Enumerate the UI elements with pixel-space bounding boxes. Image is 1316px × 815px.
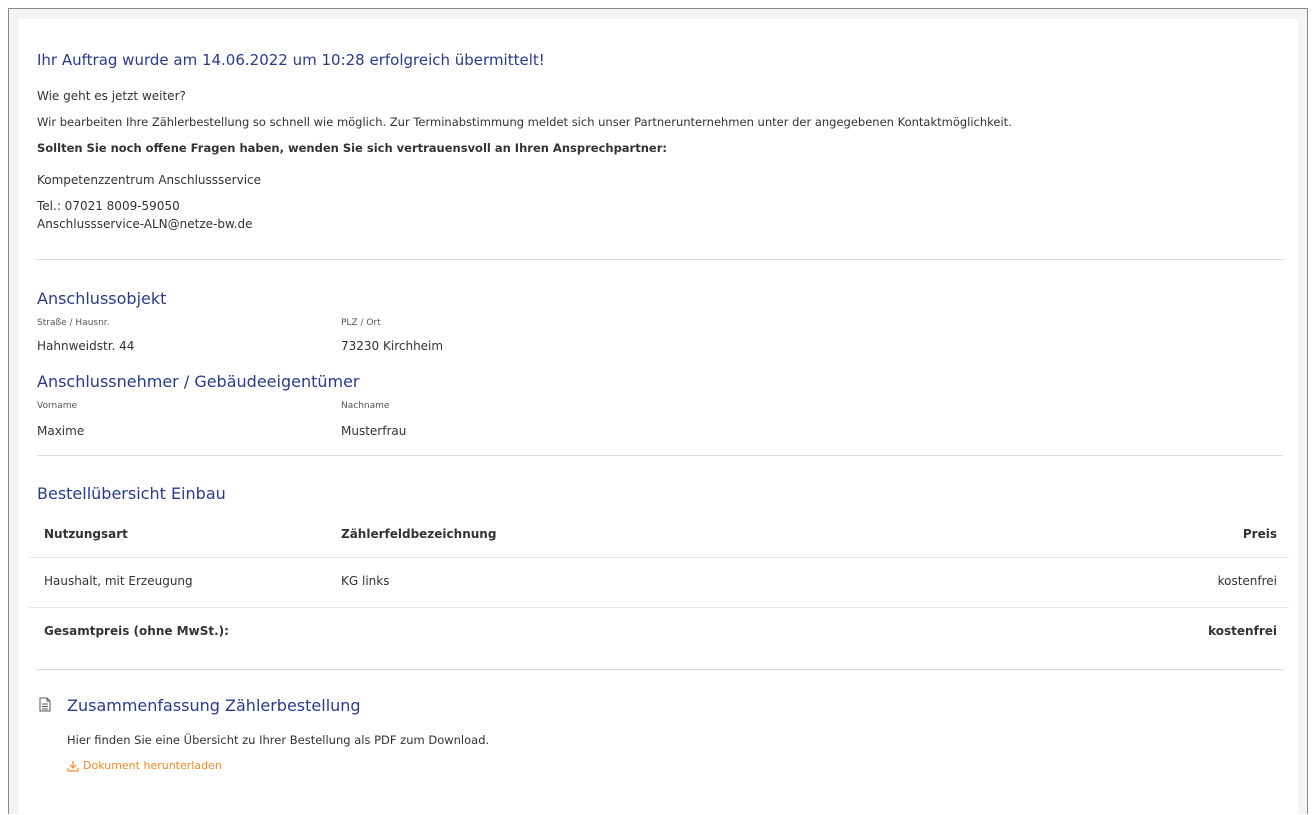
firstname-label: Vorname xyxy=(37,401,78,411)
city-value: 73230 Kirchheim xyxy=(341,339,444,353)
order-title: Bestellübersicht Einbau xyxy=(37,484,226,503)
street-value: Hahnweidstr. 44 xyxy=(37,339,135,353)
column-header-preis: Preis xyxy=(1242,527,1277,541)
row-nutzungsart: Haushalt, mit Erzeugung xyxy=(44,574,193,588)
divider xyxy=(37,259,1283,260)
confirmation-title: Ihr Auftrag wurde am 14.06.2022 um 10:28… xyxy=(37,51,545,69)
total-value: kostenfrei xyxy=(1208,624,1277,638)
divider xyxy=(29,557,1289,558)
lastname-label: Nachname xyxy=(341,401,390,411)
total-label: Gesamtpreis (ohne MwSt.): xyxy=(44,624,229,638)
anschlussobjekt-title: Anschlussobjekt xyxy=(37,289,167,308)
download-icon xyxy=(67,760,79,772)
contact-phone: Tel.: 07021 8009-59050 xyxy=(37,199,180,213)
row-preis: kostenfrei xyxy=(1217,574,1277,588)
city-label: PLZ / Ort xyxy=(341,318,381,328)
column-header-nutzungsart: Nutzungsart xyxy=(44,527,128,541)
contact-name: Kompetenzzentrum Anschlussservice xyxy=(37,173,262,187)
download-label: Dokument herunterladen xyxy=(83,759,222,772)
divider xyxy=(37,669,1283,670)
document-icon xyxy=(39,697,51,712)
column-header-bezeichnung: Zählerfeldbezeichnung xyxy=(341,527,497,541)
lastname-value: Musterfrau xyxy=(341,424,407,438)
street-label: Straße / Hausnr. xyxy=(37,318,110,328)
firstname-value: Maxime xyxy=(37,424,85,438)
contact-email-link[interactable]: Anschlussservice-ALN@netze-bw.de xyxy=(37,217,252,231)
questions-text: Sollten Sie noch offene Fragen haben, we… xyxy=(37,141,667,155)
summary-title: Zusammenfassung Zählerbestellung xyxy=(67,696,361,715)
window-frame: Ihr Auftrag wurde am 14.06.2022 um 10:28… xyxy=(8,8,1308,815)
next-steps-text: Wir bearbeiten Ihre Zählerbestellung so … xyxy=(37,115,1012,129)
anschlussnehmer-title: Anschlussnehmer / Gebäudeeigentümer xyxy=(37,372,360,391)
summary-text: Hier finden Sie eine Übersicht zu Ihrer … xyxy=(67,733,490,747)
divider xyxy=(29,607,1289,608)
row-bezeichnung: KG links xyxy=(341,574,390,588)
confirmation-panel: Ihr Auftrag wurde am 14.06.2022 um 10:28… xyxy=(19,19,1298,815)
download-document-link[interactable]: Dokument herunterladen xyxy=(67,759,222,772)
divider xyxy=(37,455,1283,456)
next-steps-heading: Wie geht es jetzt weiter? xyxy=(37,89,186,103)
